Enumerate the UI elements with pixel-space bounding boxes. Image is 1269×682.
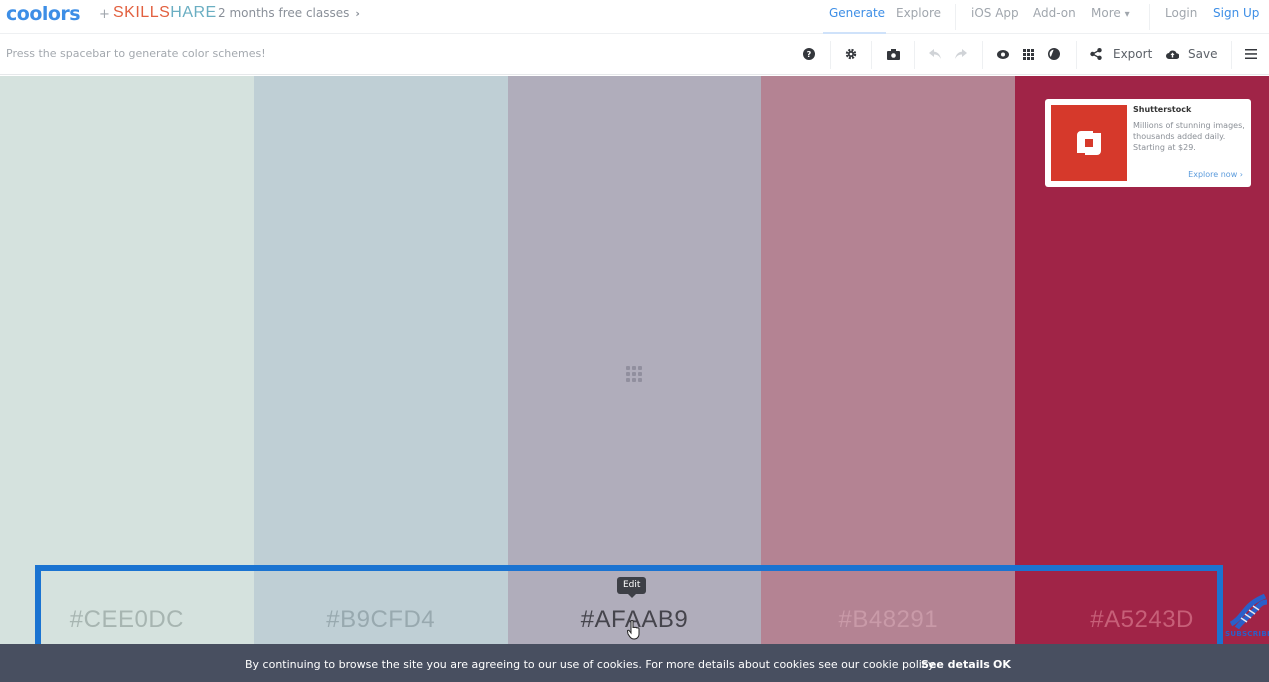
nav-login[interactable]: Login [1165,6,1197,20]
contrast-icon[interactable] [1046,46,1062,62]
undo-icon[interactable] [927,46,943,62]
ad-link-label: Explore now [1188,170,1238,179]
chevron-right-icon: › [355,7,360,20]
cookie-ok-button[interactable]: OK [993,658,1011,671]
top-navigation-bar: coolors + SKILLSHARE 2 months free class… [0,0,1269,34]
promo-link[interactable]: 2 months free classes › [218,6,360,20]
nav-addon[interactable]: Add-on [1033,6,1076,20]
color-swatch[interactable]: #B9CFD4 [253,76,508,644]
color-swatch[interactable]: #CEE0DC [0,76,254,644]
hex-code[interactable]: #B9CFD4 [254,606,508,634]
active-tab-indicator [823,32,886,34]
skillshare-logo[interactable]: SKILLSHARE [113,4,217,22]
nav-ios-app[interactable]: iOS App [971,6,1019,20]
share-icon [1088,46,1104,62]
ad-description: Millions of stunning images, thousands a… [1133,121,1245,152]
nav-divider [1149,4,1150,30]
toolbar-divider [982,41,983,69]
ad-title: Shutterstock [1133,105,1192,114]
toolbar-divider [1231,41,1232,69]
redo-icon[interactable] [953,46,969,62]
help-icon[interactable]: ? [801,46,817,62]
spacebar-hint: Press the spacebar to generate color sch… [6,47,266,60]
see-details-link[interactable]: See details [921,658,990,671]
svg-text:?: ? [807,50,812,59]
chevron-right-icon: › [1239,170,1243,179]
plus-sign: + [99,7,110,22]
skillshare-logo-main: SKILLS [113,4,171,21]
save-label: Save [1188,47,1218,61]
promo-text: 2 months free classes [218,6,350,20]
cookie-banner: By continuing to browse the site you are… [0,644,1269,682]
hand-cursor-icon [626,619,641,640]
nav-divider [955,4,956,30]
nav-generate[interactable]: Generate [829,6,885,20]
chevron-down-icon: ▾ [1124,9,1130,20]
shutterstock-logo [1051,105,1127,181]
subscribe-label[interactable]: SUBSCRIBE [1225,630,1269,638]
ad-explore-link[interactable]: Explore now › [1188,170,1243,179]
toolbar-divider [871,41,872,69]
toolbar: Press the spacebar to generate color sch… [0,35,1269,75]
gear-icon[interactable] [843,46,859,62]
hex-code[interactable]: #B48291 [761,606,1015,634]
coolors-logo[interactable]: coolors [6,3,81,25]
toolbar-divider [830,41,831,69]
nav-explore[interactable]: Explore [896,6,941,20]
edit-tooltip: Edit [617,577,647,598]
drag-handle-icon[interactable] [626,366,643,382]
toolbar-divider [1076,41,1077,69]
shutterstock-ad[interactable]: Shutterstock Millions of stunning images… [1045,99,1251,187]
cookie-message: By continuing to browse the site you are… [245,658,937,671]
grid-icon[interactable] [1020,46,1036,62]
toolbar-divider [914,41,915,69]
nav-signup[interactable]: Sign Up [1213,6,1259,20]
color-swatch[interactable]: #AFAAB9 [507,76,762,644]
skillshare-logo-tail: HARE [170,4,217,21]
camera-icon[interactable] [885,46,901,62]
cloud-upload-icon [1164,46,1180,62]
eye-icon[interactable] [995,46,1011,62]
nav-more[interactable]: More ▾ [1091,6,1130,20]
color-swatch[interactable]: #B48291 [761,76,1016,644]
nav-more-label: More [1091,6,1121,20]
export-label: Export [1113,47,1153,61]
hamburger-menu-icon[interactable] [1243,46,1259,62]
hex-code[interactable]: #CEE0DC [0,606,254,634]
